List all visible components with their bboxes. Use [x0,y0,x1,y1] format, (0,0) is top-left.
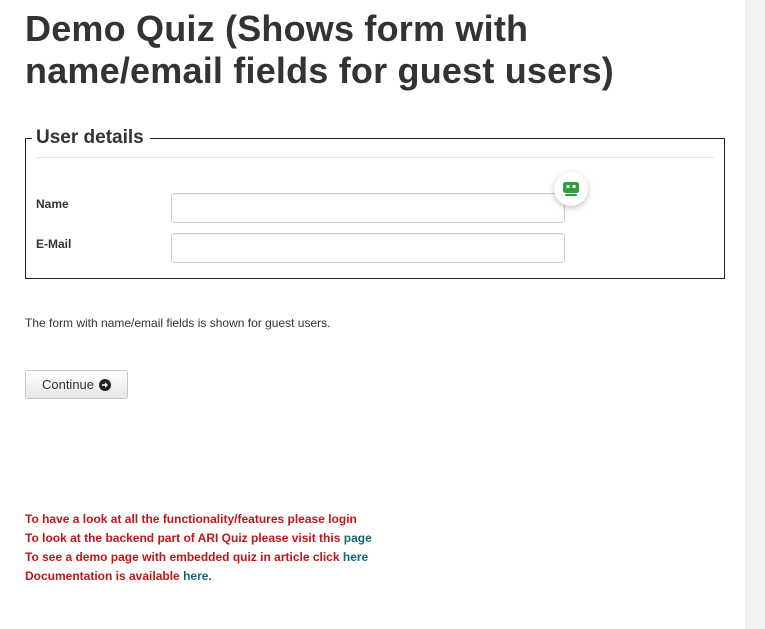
info-line-backend-text: To look at the backend part of ARI Quiz … [25,531,341,545]
arrow-circle-right-icon [99,378,112,391]
info-line-docs-text: Documentation is available [25,569,180,583]
info-links: To have a look at all the functionality/… [25,510,372,586]
continue-button[interactable]: Continue [25,370,128,399]
user-details-legend: User details [36,127,144,148]
info-line-demo: To see a demo page with embedded quiz in… [25,548,372,567]
name-row: Name [36,193,716,223]
legend-divider [36,157,714,158]
info-line-login-text: To have a look at all the functionality/… [25,512,357,526]
page-gutter [746,0,765,629]
password-manager-icon [563,182,579,196]
info-line-backend: To look at the backend part of ARI Quiz … [25,529,372,548]
info-line-docs: Documentation is available here. [25,567,372,586]
info-line-demo-text: To see a demo page with embedded quiz in… [25,550,340,564]
email-label: E-Mail [36,237,72,251]
password-manager-button[interactable] [554,172,588,206]
page: Demo Quiz (Shows form with name/email fi… [0,0,746,629]
documentation-link[interactable]: here [183,569,208,583]
name-input[interactable] [171,193,565,223]
backend-page-link[interactable]: page [344,531,372,545]
user-details-fieldset: User details Name E-Mail [25,125,725,279]
demo-article-link[interactable]: here [343,550,368,564]
continue-label: Continue [41,377,95,392]
guest-note: The form with name/email fields is shown… [25,316,331,330]
email-row: E-Mail [36,233,716,263]
user-details-legend-wrap: User details [32,125,150,151]
email-input[interactable] [171,233,565,263]
name-label: Name [36,197,69,211]
info-line-login: To have a look at all the functionality/… [25,510,372,529]
page-title: Demo Quiz (Shows form with name/email fi… [25,8,614,91]
info-line-docs-suffix: . [208,569,212,583]
